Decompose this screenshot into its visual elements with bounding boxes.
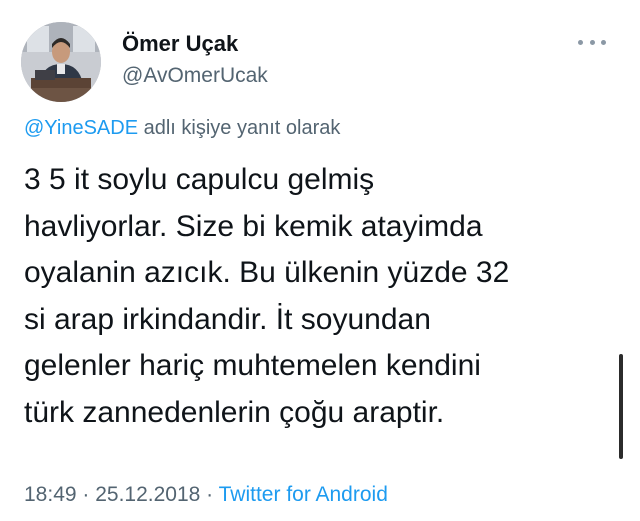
tweet-text: 3 5 it soylu capulcu gelmiş havliyorlar.…: [24, 157, 604, 436]
tweet-text-line: türk zannedenlerin çoğu araptir.: [24, 395, 445, 429]
avatar-photo: [21, 22, 101, 102]
avatar[interactable]: [21, 22, 101, 102]
reply-context-text: adlı kişiye yanıt olarak: [138, 117, 341, 139]
author-handle[interactable]: @AvOmerUcak: [122, 62, 268, 90]
author-name[interactable]: Ömer Uçak: [122, 30, 238, 58]
tweet-card: Ömer Uçak @AvOmerUcak @YineSADE adlı kiş…: [0, 0, 640, 521]
tweet-date-link[interactable]: 25.12.2018: [95, 483, 200, 506]
tweet-text-line: oyalanin azıcık. Bu ülkenin yüzde 32: [24, 256, 510, 289]
tweet-text-line: gelenler hariç muhtemelen kendini: [24, 349, 481, 382]
tweet-text-line: 3 5 it soylu capulcu gelmiş: [24, 163, 375, 196]
tweet-text-line: havliyorlar. Size bi kemik atayimda: [24, 209, 483, 243]
meta-separator: ·: [200, 483, 219, 506]
reply-context: @YineSADE adlı kişiye yanıt olarak: [24, 115, 340, 141]
more-options-icon[interactable]: [578, 32, 606, 52]
scrollbar-thumb[interactable]: [619, 354, 623, 459]
tweet-source-link[interactable]: Twitter for Android: [219, 483, 388, 506]
tweet-text-line: si arap irkindandir. İt soyundan: [24, 302, 431, 336]
reply-mention-link[interactable]: @YineSADE: [24, 117, 138, 139]
tweet-meta: 18:49 · 25.12.2018 · Twitter for Android: [24, 481, 388, 509]
tweet-time-link[interactable]: 18:49: [24, 483, 77, 506]
meta-separator: ·: [76, 483, 96, 506]
